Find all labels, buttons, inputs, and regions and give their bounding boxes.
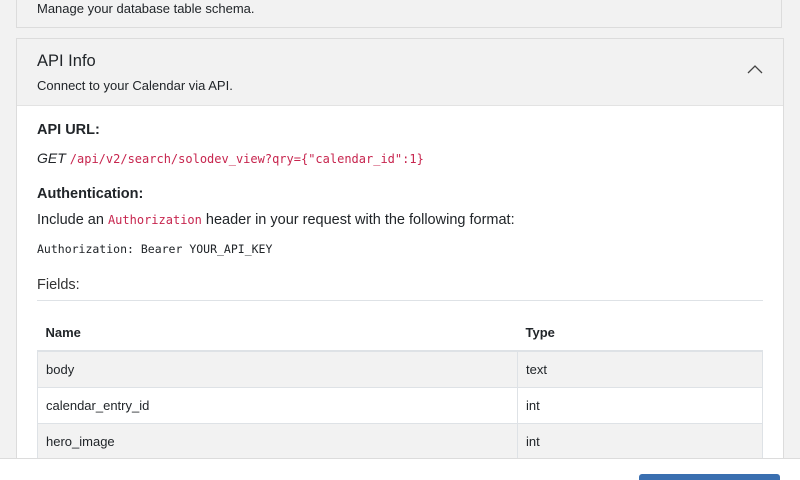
- table-row: body text: [37, 350, 763, 388]
- http-method: GET: [37, 150, 66, 166]
- auth-header-name: Authorization: [107, 213, 202, 227]
- field-type: text: [517, 350, 763, 388]
- api-info-title: API Info: [37, 52, 96, 70]
- authentication-label: Authentication:: [37, 186, 144, 202]
- auth-text-before: Include an: [37, 212, 108, 228]
- column-header-name: Name: [37, 314, 518, 352]
- collapse-button[interactable]: [747, 64, 765, 78]
- api-url-label: API URL:: [37, 122, 100, 138]
- field-name: calendar_entry_id: [37, 387, 518, 424]
- auth-format-example: Authorization: Bearer YOUR_API_KEY: [37, 242, 273, 256]
- authentication-instructions: Include an Authorization header in your …: [37, 212, 515, 228]
- api-endpoint: GET/api/v2/search/solodev_view?qry={"cal…: [37, 150, 424, 166]
- page: Manage your database table schema. API I…: [0, 0, 800, 480]
- endpoint-url: /api/v2/search/solodev_view?qry={"calend…: [69, 152, 424, 166]
- api-info-card: API Info Connect to your Calendar via AP…: [16, 38, 784, 480]
- schema-card: Manage your database table schema.: [16, 0, 782, 28]
- table-row: hero_image int: [37, 423, 763, 460]
- auth-text-after: header in your request with the followin…: [201, 212, 515, 228]
- chevron-up-icon: [747, 65, 763, 74]
- column-header-type: Type: [517, 314, 763, 352]
- field-name: hero_image: [37, 423, 518, 460]
- fields-label: Fields:: [37, 277, 80, 293]
- field-type: int: [517, 423, 763, 460]
- primary-action-button[interactable]: [639, 474, 780, 480]
- api-info-card-header[interactable]: API Info Connect to your Calendar via AP…: [17, 39, 783, 106]
- field-type: int: [517, 387, 763, 424]
- field-name: body: [37, 350, 518, 388]
- fields-divider: [37, 300, 763, 301]
- bottom-action-bar: [0, 458, 800, 480]
- api-info-subtitle: Connect to your Calendar via API.: [37, 78, 233, 93]
- fields-table: Name Type body text calendar_entry_id in…: [37, 314, 763, 460]
- fields-table-header: Name Type: [37, 314, 763, 352]
- schema-card-description: Manage your database table schema.: [37, 1, 255, 16]
- table-row: calendar_entry_id int: [37, 387, 763, 424]
